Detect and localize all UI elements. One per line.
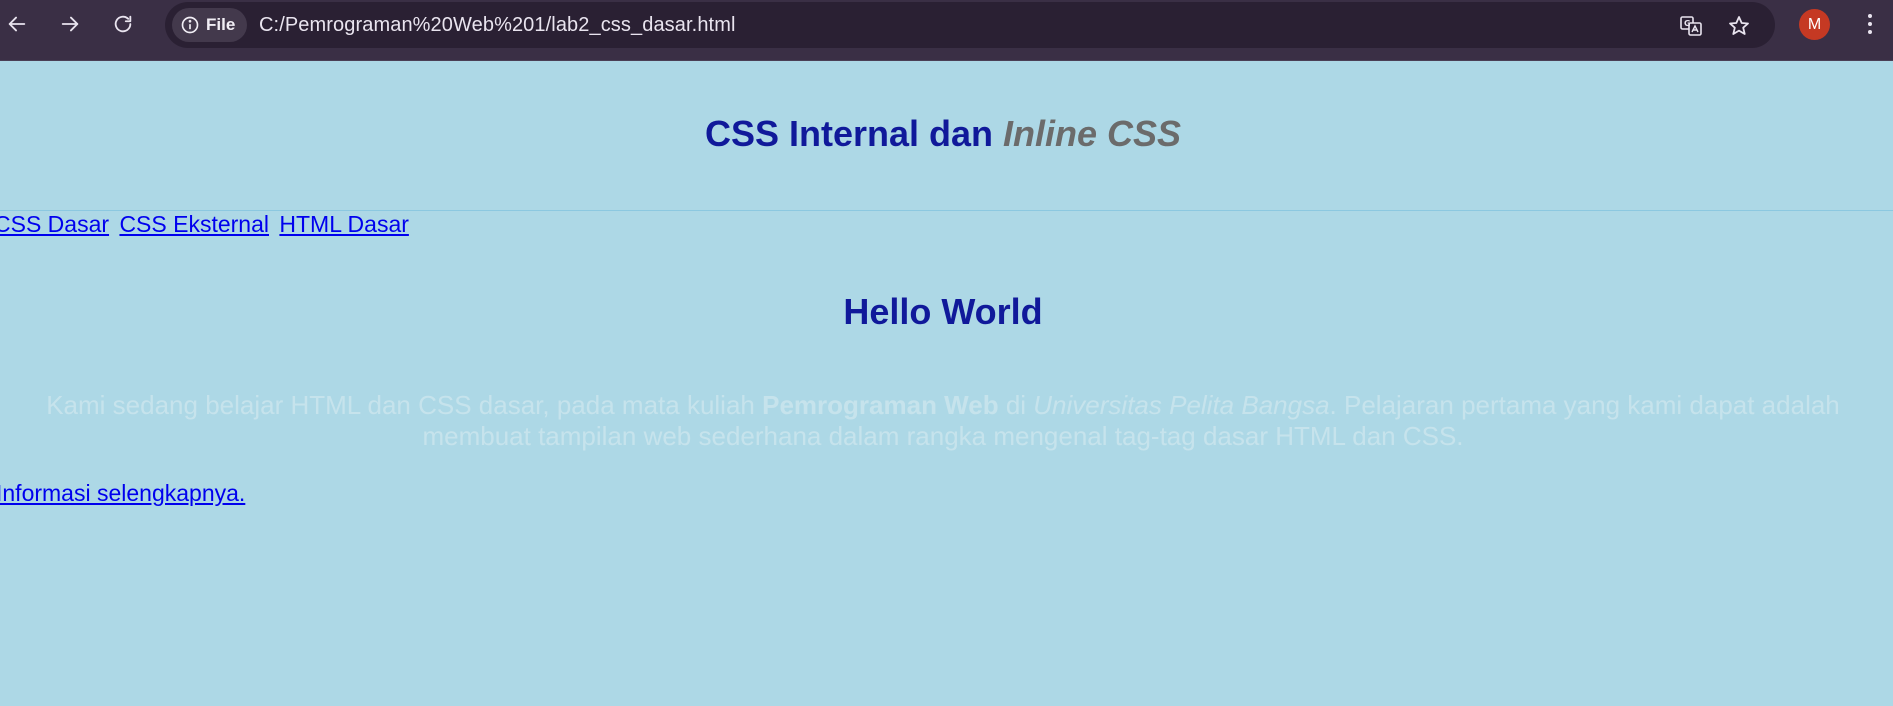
url-text[interactable]: C:/Pemrograman%20Web%201/lab2_css_dasar.… [259,14,736,37]
address-bar[interactable]: File C:/Pemrograman%20Web%201/lab2_css_d… [165,2,1775,48]
nav-link-css-eksternal[interactable]: CSS Eksternal [119,211,269,237]
translate-icon: G [1680,16,1702,36]
reload-button[interactable] [108,9,138,39]
site-chip-label: File [206,15,236,34]
page-title: CSS Internal dan Inline CSS [0,113,1886,155]
star-icon [1729,16,1749,35]
more-info-link[interactable]: Informasi selengkapnya. [0,480,245,507]
nav-link-html-dasar[interactable]: HTML Dasar [279,211,409,237]
info-icon [181,16,199,34]
bookmark-button[interactable] [1725,12,1753,40]
paragraph-text-1: Kami sedang belajar HTML dan CSS dasar, … [46,390,763,420]
forward-button[interactable] [55,9,85,39]
hello-heading: Hello World [843,291,1043,332]
site-info-chip[interactable]: File [172,8,248,42]
nav-link-css-dasar[interactable]: CSS Dasar [0,211,109,237]
more-vertical-icon [1868,14,1872,18]
forward-arrow-icon [61,16,79,32]
nav-links: CSS Dasar CSS Eksternal HTML Dasar [0,211,413,238]
reload-icon [114,15,132,33]
paragraph-italic: Universitas Pelita Bangsa [1033,390,1330,420]
back-arrow-icon [8,16,26,32]
page-title-part1: CSS Internal dan [704,113,1004,154]
web-page: CSS Internal dan Inline CSS CSS Dasar CS… [0,60,1893,706]
profile-avatar[interactable]: M [1799,9,1830,40]
page-title-inline-css: Inline CSS [1003,113,1182,154]
intro-paragraph: Kami sedang belajar HTML dan CSS dasar, … [0,390,1886,452]
paragraph-text-2: di [998,390,1034,420]
browser-menu-button[interactable] [1860,9,1880,39]
translate-button[interactable]: G [1677,12,1705,40]
back-button[interactable] [2,9,32,39]
paragraph-bold: Pemrograman Web [762,390,999,420]
svg-text:G: G [1684,19,1691,28]
browser-toolbar: File C:/Pemrograman%20Web%201/lab2_css_d… [0,0,1893,61]
